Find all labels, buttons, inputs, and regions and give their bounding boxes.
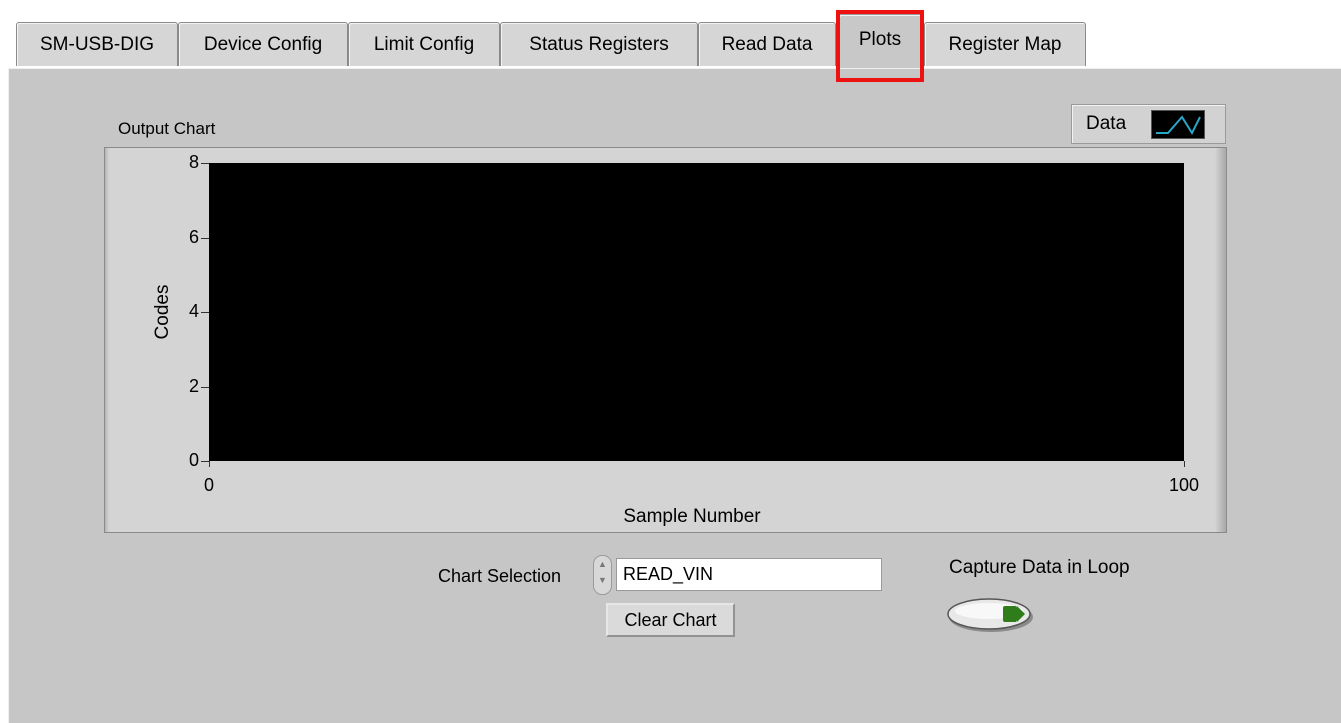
chart-selection-input[interactable] — [616, 558, 882, 591]
y-tick-label: 0 — [188, 450, 199, 470]
x-tick-label: 100 — [1168, 475, 1200, 495]
tab-bar: SM-USB-DIG Device Config Limit Config St… — [0, 0, 1341, 70]
chart-selection-spinner[interactable]: ▲ ▼ — [593, 555, 612, 595]
y-tick-label: 8 — [188, 152, 199, 172]
x-axis-label: Sample Number — [623, 506, 761, 527]
chart-selection-label: Chart Selection — [438, 566, 562, 586]
capture-data-toggle[interactable] — [947, 595, 1039, 637]
tab-read-data[interactable]: Read Data — [698, 22, 836, 66]
tab-plots[interactable]: Plots — [838, 14, 922, 70]
y-tick-label: 2 — [188, 375, 199, 396]
y-tick-mark — [201, 386, 209, 388]
clear-chart-button[interactable]: Clear Chart — [606, 603, 735, 637]
tab-sm-usb-dig[interactable]: SM-USB-DIG — [16, 22, 178, 66]
capture-data-label: Capture Data in Loop — [949, 557, 1130, 578]
y-tick-mark — [201, 461, 209, 462]
y-tick-mark — [201, 163, 209, 164]
tab-register-map[interactable]: Register Map — [924, 22, 1086, 66]
legend-label: Data — [1086, 113, 1127, 134]
chart-title: Output Chart — [118, 119, 216, 138]
toggle-switch-icon — [947, 598, 1033, 632]
x-tick-label: 0 — [203, 475, 215, 495]
legend-line-glyph — [1156, 115, 1201, 136]
y-tick-label: 6 — [188, 226, 199, 247]
y-tick-mark — [201, 312, 209, 313]
plot-area[interactable] — [209, 163, 1184, 461]
tab-limit-config[interactable]: Limit Config — [348, 22, 500, 66]
tab-device-config[interactable]: Device Config — [178, 22, 348, 66]
y-axis-label: Codes — [152, 284, 173, 340]
tab-status-registers[interactable]: Status Registers — [500, 22, 698, 66]
line-plot-swatch-icon[interactable] — [1151, 110, 1205, 139]
y-tick-mark — [201, 237, 209, 239]
x-tick-mark — [209, 461, 210, 467]
x-tick-mark — [1184, 461, 1185, 467]
spinner-down-icon[interactable]: ▼ — [594, 572, 611, 588]
chart-legend[interactable]: Data — [1071, 104, 1226, 144]
spinner-up-icon[interactable]: ▲ — [594, 556, 611, 572]
plot-svg — [209, 163, 1184, 461]
